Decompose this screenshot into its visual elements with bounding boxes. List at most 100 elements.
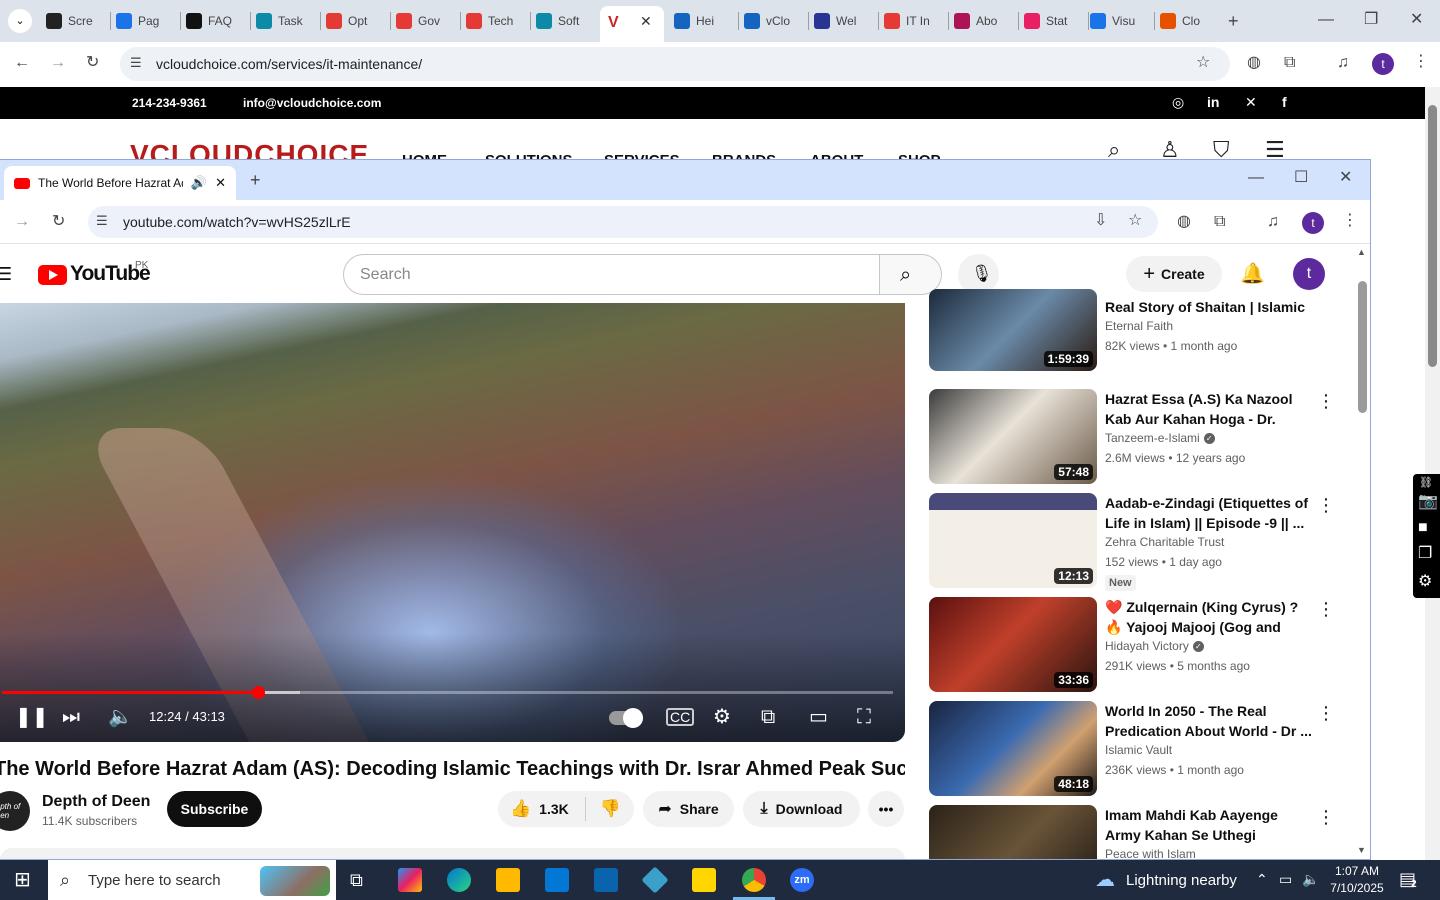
site-hamburger-icon[interactable]: ☰ xyxy=(1265,139,1285,161)
video-thumbnail[interactable]: 57:48 xyxy=(929,389,1097,484)
theater-mode-icon[interactable]: ▭ xyxy=(809,707,828,727)
miniplayer-icon[interactable]: ⧉ xyxy=(761,707,775,727)
more-actions-button[interactable]: ••• xyxy=(868,791,904,827)
windows-start-icon[interactable]: ⊞ xyxy=(14,870,31,890)
install-app-icon[interactable]: ⇩ xyxy=(1094,213,1107,229)
guide-menu-icon[interactable]: ☰ xyxy=(0,265,12,283)
download-button[interactable]: ⤓ Download xyxy=(743,791,860,827)
recommended-title[interactable]: Imam Mahdi Kab Aayenge Army Kahan Se Uth… xyxy=(1105,805,1315,845)
settings-gear-icon[interactable]: ⚙ xyxy=(713,707,731,727)
recommended-video[interactable]: 48:18 World In 2050 - The Real Predicatio… xyxy=(929,701,1339,796)
close-tab-icon[interactable]: ✕ xyxy=(215,175,226,191)
outer-tab[interactable]: Opt xyxy=(326,8,384,34)
recommended-channel[interactable]: Tanzeem-e-Islami ✓ xyxy=(1105,431,1215,445)
bookmark-star-icon[interactable]: ☆ xyxy=(1128,213,1142,229)
forward-icon[interactable]: → xyxy=(14,214,30,230)
create-button[interactable]: + Create xyxy=(1126,256,1222,292)
video-record-icon[interactable]: ■ xyxy=(1418,520,1428,536)
recommended-video[interactable]: 1:59:39 Real Story of Shaitan | Islamic .… xyxy=(929,289,1339,391)
channel-name[interactable]: Depth of Deen xyxy=(42,793,150,811)
back-icon[interactable]: ← xyxy=(14,55,30,71)
extensions-icon[interactable]: ⧉ xyxy=(1214,214,1225,230)
more-options-icon[interactable]: ⋮ xyxy=(1317,495,1335,516)
new-tab-icon[interactable]: + xyxy=(250,171,261,189)
recommended-channel[interactable]: Peace with Islam xyxy=(1105,847,1196,859)
linkedin-icon[interactable]: in xyxy=(1207,94,1219,110)
new-tab-icon[interactable]: + xyxy=(1228,12,1239,30)
autoplay-toggle[interactable] xyxy=(609,708,643,728)
more-options-icon[interactable]: ⋮ xyxy=(1317,599,1335,620)
network-icon[interactable]: ▭ xyxy=(1279,872,1292,886)
media-control-icon[interactable]: ♫ xyxy=(1337,55,1349,71)
dislike-icon[interactable]: 👎 xyxy=(600,799,621,819)
description-box[interactable] xyxy=(0,848,905,859)
outer-tab[interactable]: Clo xyxy=(1160,8,1218,34)
menu-kebab-icon[interactable]: ⋮ xyxy=(1342,213,1358,229)
outer-tab[interactable]: Task xyxy=(256,8,314,34)
youtube-tab[interactable]: The World Before Hazrat Adam 🔊 ✕ xyxy=(4,166,236,200)
search-input[interactable]: Search xyxy=(343,254,881,295)
outer-tab[interactable]: Soft xyxy=(536,8,594,34)
inner-address-bar[interactable]: ☰ youtube.com/watch?v=wvHS25zlLrE ⇩ ☆ xyxy=(88,206,1158,238)
outer-active-tab[interactable]: V ✕ xyxy=(600,6,664,42)
next-video-icon[interactable]: ⏭ xyxy=(62,707,80,727)
captions-icon[interactable]: CC xyxy=(666,708,695,726)
weather-cloud-icon[interactable]: ☁ xyxy=(1095,870,1115,890)
tab-audio-icon[interactable]: 🔊 xyxy=(191,175,207,191)
forward-icon[interactable]: → xyxy=(50,55,66,71)
zoom-app-icon[interactable]: zm xyxy=(790,868,814,892)
progress-scrubber-handle[interactable] xyxy=(251,686,265,699)
video-thumbnail[interactable] xyxy=(929,805,1097,859)
microsoft-store-icon[interactable] xyxy=(545,868,569,892)
mail-icon[interactable] xyxy=(594,868,618,892)
translate-icon[interactable]: ◍ xyxy=(1177,214,1191,230)
outer-tab[interactable]: IT In xyxy=(884,8,942,34)
chrome-browser-icon[interactable] xyxy=(742,868,766,892)
file-explorer-icon[interactable] xyxy=(496,868,520,892)
media-control-icon[interactable]: ♫ xyxy=(1267,214,1279,230)
weather-text[interactable]: Lightning nearby xyxy=(1126,872,1237,889)
site-logo[interactable]: VCLOUDCHOICE xyxy=(130,139,369,160)
share-button[interactable]: ➦ Share xyxy=(643,791,734,827)
site-cart-icon[interactable]: ⛉ xyxy=(1213,139,1230,161)
speaker-icon[interactable]: 🔈 xyxy=(1302,872,1319,886)
subscribe-button[interactable]: Subscribe xyxy=(167,791,262,827)
recommended-channel[interactable]: Eternal Faith xyxy=(1105,319,1173,333)
outer-scroll-thumb[interactable] xyxy=(1428,105,1437,367)
recommended-title[interactable]: Aadab-e-Zindagi (Etiquettes of Life in I… xyxy=(1105,493,1315,533)
pause-icon[interactable]: ❚❚ xyxy=(15,707,49,727)
outer-tab[interactable]: FAQ xyxy=(186,8,244,34)
translate-icon[interactable]: ◍ xyxy=(1247,55,1261,71)
more-options-icon[interactable]: ⋮ xyxy=(1317,391,1335,412)
edge-browser-icon[interactable] xyxy=(447,868,471,892)
outer-tab[interactable]: Hei xyxy=(674,8,732,34)
outer-profile-avatar[interactable]: t xyxy=(1372,53,1394,75)
more-options-icon[interactable]: ⋮ xyxy=(1317,807,1335,828)
close-window-icon[interactable]: ✕ xyxy=(1410,12,1423,28)
app-diamond-icon[interactable] xyxy=(641,866,669,894)
close-window-icon[interactable]: ✕ xyxy=(1339,170,1352,186)
sticky-notes-icon[interactable] xyxy=(692,868,716,892)
copilot-icon[interactable] xyxy=(398,868,422,892)
recommended-title[interactable]: Hazrat Essa (A.S) Ka Nazool Kab Aur Kaha… xyxy=(1105,389,1315,429)
recommended-title[interactable]: World In 2050 - The Real Predication Abo… xyxy=(1105,701,1315,741)
outer-tab[interactable]: Stat xyxy=(1024,8,1082,34)
recommended-video[interactable]: 12:13 Aadab-e-Zindagi (Etiquettes of Life… xyxy=(929,493,1339,591)
outer-tab[interactable]: vClo xyxy=(744,8,802,34)
site-info-icon[interactable]: ☰ xyxy=(130,56,142,69)
recommended-title[interactable]: Real Story of Shaitan | Islamic ... xyxy=(1105,297,1315,317)
outer-tab[interactable]: Pag xyxy=(116,8,174,34)
settings-gear-icon[interactable]: ⚙ xyxy=(1418,574,1432,590)
video-thumbnail[interactable]: 1:59:39 xyxy=(929,289,1097,371)
outer-tab[interactable]: Wel xyxy=(814,8,872,34)
reload-icon[interactable]: ↻ xyxy=(52,214,65,230)
scroll-down-icon[interactable]: ▼ xyxy=(1357,845,1366,855)
video-thumbnail[interactable]: 12:13 xyxy=(929,493,1097,588)
youtube-logo-icon[interactable] xyxy=(38,265,67,285)
bookmark-star-icon[interactable]: ☆ xyxy=(1196,55,1210,71)
close-tab-icon[interactable]: ✕ xyxy=(640,13,652,30)
recommended-video[interactable]: 57:48 Hazrat Essa (A.S) Ka Nazool Kab Aur… xyxy=(929,389,1339,484)
site-account-icon[interactable]: ♙ xyxy=(1160,139,1180,161)
restore-icon[interactable]: ❐ xyxy=(1364,12,1378,28)
outer-tab[interactable]: Abo xyxy=(954,8,1012,34)
